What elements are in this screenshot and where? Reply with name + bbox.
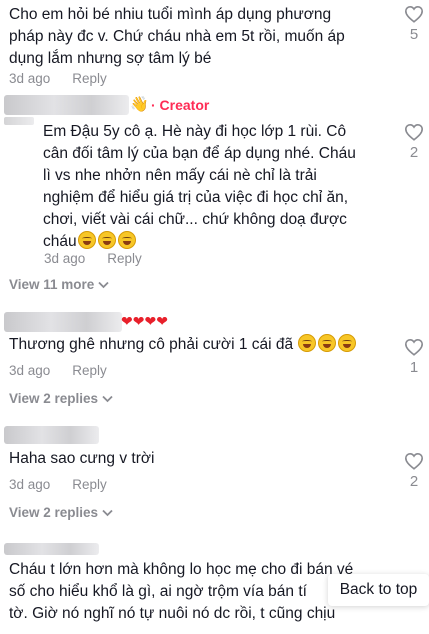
comment-meta: 3d ago Reply (9, 363, 107, 378)
reply-button[interactable]: Reply (107, 251, 142, 266)
comment-time: 3d ago (44, 251, 86, 266)
chevron-down-icon (98, 281, 109, 288)
reply-button[interactable]: Reply (72, 477, 107, 492)
comment-text: Haha sao cưng v trời (9, 450, 155, 467)
grinning-sweat-emoji (338, 334, 357, 352)
comment-time: 3d ago (9, 477, 51, 492)
chevron-down-icon (102, 509, 113, 516)
heart-outline-icon (404, 338, 424, 356)
comment-text: Cho em hỏi bé nhiu tuổi mình áp dụng phư… (9, 6, 345, 67)
username-redacted (4, 312, 122, 332)
username-redacted (4, 95, 129, 115)
like-button[interactable]: 5 (403, 5, 425, 43)
like-button[interactable]: 2 (403, 452, 425, 490)
heart-emojis: ❤❤❤❤ (121, 313, 168, 329)
reply-button[interactable]: Reply (72, 363, 107, 378)
heart-outline-icon (404, 5, 424, 23)
grinning-sweat-emoji (298, 334, 317, 352)
like-count: 1 (409, 359, 419, 376)
view-more-replies[interactable]: View 11 more (9, 277, 109, 292)
comment-time: 3d ago (9, 363, 51, 378)
comment-meta: 3d ago Reply (9, 71, 107, 86)
view-replies[interactable]: View 2 replies (9, 505, 113, 520)
like-button[interactable]: 2 (403, 123, 425, 161)
like-count: 2 (409, 144, 419, 161)
comment-text: Thương ghê nhưng cô phải cười 1 cái đã (9, 334, 394, 356)
grinning-sweat-emoji (77, 231, 96, 249)
grinning-sweat-emoji (117, 231, 136, 249)
view-replies[interactable]: View 2 replies (9, 391, 113, 406)
back-to-top-button[interactable]: Back to top (328, 574, 429, 606)
username-redacted (4, 426, 99, 444)
grinning-sweat-emoji (97, 231, 116, 249)
grinning-sweat-emoji (318, 334, 337, 352)
like-count: 5 (409, 26, 419, 43)
username-redacted (4, 543, 99, 555)
comment-text: Em Đậu 5y cô ạ. Hè này đi học lớp 1 rùi.… (43, 123, 356, 250)
comment-time: 3d ago (9, 71, 51, 86)
heart-outline-icon (404, 452, 424, 470)
comment-meta: 3d ago Reply (9, 477, 107, 492)
comment-meta: 3d ago Reply (44, 251, 142, 266)
creator-badge: · Creator (151, 97, 210, 113)
chevron-down-icon (102, 395, 113, 402)
like-count: 2 (409, 473, 419, 490)
waving-hand-icon: 👋 (130, 96, 149, 113)
avatar (4, 117, 34, 125)
like-button[interactable]: 1 (403, 338, 425, 376)
heart-outline-icon (404, 123, 424, 141)
reply-button[interactable]: Reply (72, 71, 107, 86)
